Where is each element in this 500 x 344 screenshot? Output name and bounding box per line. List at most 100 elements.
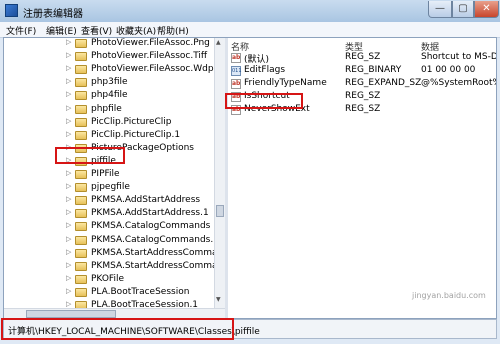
menu-file[interactable]: 文件(F) (6, 24, 36, 37)
tree-item[interactable]: ▷ phpfile (4, 103, 214, 117)
value-type: REG_SZ (345, 91, 381, 101)
menu-view[interactable]: 查看(V) (81, 24, 112, 37)
tree-item-label: PKMSA.StartAddressCommands. (91, 260, 214, 271)
minimize-button[interactable]: — (428, 1, 452, 18)
tree-item-label: piffile (91, 155, 116, 166)
folder-icon (75, 104, 87, 114)
scroll-down-icon[interactable]: ▼ (216, 296, 221, 303)
expand-arrow-icon[interactable]: ▷ (66, 117, 71, 125)
tree-item[interactable]: ▷ pjpegfile (4, 181, 214, 195)
tree-item[interactable]: ▷ PKMSA.AddStartAddress (4, 194, 214, 208)
tree-item[interactable]: ▷ PLA.BootTraceSession.1 (4, 299, 214, 308)
tree-item-label: PLA.BootTraceSession (91, 286, 190, 297)
expand-arrow-icon[interactable]: ▷ (66, 90, 71, 98)
folder-icon (75, 196, 87, 206)
expand-arrow-icon[interactable]: ▷ (66, 182, 71, 190)
tree-scroll-thumb[interactable] (216, 205, 224, 217)
tree-item-label: pjpegfile (91, 182, 130, 193)
folder-icon (75, 287, 87, 297)
value-data: @%SystemRoot%\S (421, 78, 496, 88)
tree-item-label: PKMSA.AddStartAddress.1 (91, 208, 209, 219)
value-data: 01 00 00 00 (421, 65, 476, 75)
tree-hscroll-thumb[interactable] (26, 310, 116, 318)
folder-icon (75, 91, 87, 101)
expand-arrow-icon[interactable]: ▷ (66, 51, 71, 59)
tree-item[interactable]: ▷ php3file (4, 76, 214, 90)
expand-arrow-icon[interactable]: ▷ (66, 287, 71, 295)
string-value-icon: ab (231, 105, 241, 115)
folder-icon (75, 78, 87, 88)
tree-item[interactable]: ▷ PKMSA.CatalogCommands.1 (4, 234, 214, 248)
expand-arrow-icon[interactable]: ▷ (66, 208, 71, 216)
window-title: 注册表编辑器 (23, 9, 83, 20)
value-data: Shortcut to MS-DOS (421, 52, 496, 62)
tree-item[interactable]: ▷ PLA.BootTraceSession (4, 286, 214, 300)
tree-item[interactable]: ▷ PicClip.PictureClip (4, 116, 214, 130)
value-row[interactable]: ab(默认) REG_SZ Shortcut to MS-DOS (228, 52, 496, 65)
expand-arrow-icon[interactable]: ▷ (66, 64, 71, 72)
tree-vertical-scrollbar[interactable]: ▲ ▼ (214, 38, 225, 308)
expand-arrow-icon[interactable]: ▷ (66, 300, 71, 308)
registry-editor-window: 注册表编辑器 — ▢ ✕ 文件(F) 编辑(E) 查看(V) 收藏夹(A) 帮助… (0, 0, 500, 344)
maximize-button[interactable]: ▢ (452, 1, 474, 18)
folder-icon (75, 222, 87, 232)
expand-arrow-icon[interactable]: ▷ (66, 38, 71, 46)
tree-item[interactable]: ▷ PIPFile (4, 168, 214, 182)
folder-icon (75, 209, 87, 219)
folder-icon (75, 183, 87, 193)
tree-item[interactable]: ▷ PKOFile (4, 273, 214, 287)
tree-item[interactable]: ▷ PicturePackageOptions (4, 142, 214, 156)
tree-item[interactable]: ▷ PKMSA.StartAddressCommands. (4, 260, 214, 274)
expand-arrow-icon[interactable]: ▷ (66, 104, 71, 112)
watermark: jingyan.baidu.com (412, 291, 486, 300)
tree-item-label: PKMSA.CatalogCommands (91, 221, 211, 232)
expand-arrow-icon[interactable]: ▷ (66, 156, 71, 164)
expand-arrow-icon[interactable]: ▷ (66, 274, 71, 282)
value-type: REG_SZ (345, 104, 381, 114)
title-bar[interactable]: 注册表编辑器 — ▢ ✕ (0, 0, 500, 22)
expand-arrow-icon[interactable]: ▷ (66, 235, 71, 243)
expand-arrow-icon[interactable]: ▷ (66, 195, 71, 203)
status-path: 计算机\HKEY_LOCAL_MACHINE\SOFTWARE\Classes\… (8, 327, 260, 337)
tree-horizontal-scrollbar[interactable] (4, 308, 225, 319)
tree-item[interactable]: ▷ PhotoViewer.FileAssoc.Png (4, 38, 214, 51)
folder-icon (75, 143, 87, 153)
expand-arrow-icon[interactable]: ▷ (66, 248, 71, 256)
tree-item-label: PicClip.PictureClip (91, 116, 172, 127)
folder-icon (75, 156, 87, 166)
value-row[interactable]: 011 EditFlags REG_BINARY 01 00 00 00 (228, 65, 496, 78)
expand-arrow-icon[interactable]: ▷ (66, 130, 71, 138)
registry-key-tree[interactable]: ▷ PhotoViewer.FileAssoc.Png ▷ PhotoViewer.F… (4, 38, 214, 308)
scroll-up-icon[interactable]: ▲ (216, 39, 221, 46)
close-button[interactable]: ✕ (474, 1, 499, 18)
tree-item[interactable]: ▷ PicClip.PictureClip.1 (4, 129, 214, 143)
menu-edit[interactable]: 编辑(E) (46, 24, 77, 37)
expand-arrow-icon[interactable]: ▷ (66, 261, 71, 269)
menu-help[interactable]: 帮助(H) (157, 24, 189, 37)
tree-item-label: PKMSA.AddStartAddress (91, 195, 201, 206)
expand-arrow-icon[interactable]: ▷ (66, 143, 71, 151)
tree-item[interactable]: ▷ PhotoViewer.FileAssoc.Tiff (4, 50, 214, 64)
menu-favorites[interactable]: 收藏夹(A) (116, 24, 156, 37)
tree-item-label: PhotoViewer.FileAssoc.Png (91, 38, 210, 48)
tree-item-label: PIPFile (91, 169, 120, 179)
tree-item[interactable]: ▷ PKMSA.AddStartAddress.1 (4, 207, 214, 221)
value-name: FriendlyTypeName (244, 78, 327, 88)
folder-icon (75, 170, 87, 179)
tree-item[interactable]: ▷ piffile (4, 155, 214, 169)
regedit-app-icon (5, 4, 18, 17)
expand-arrow-icon[interactable]: ▷ (66, 77, 71, 85)
tree-item[interactable]: ▷ PKMSA.StartAddressCommands (4, 247, 214, 261)
expand-arrow-icon[interactable]: ▷ (66, 221, 71, 229)
tree-item[interactable]: ▷ PhotoViewer.FileAssoc.Wdp (4, 63, 214, 77)
folder-icon (75, 52, 87, 62)
tree-item[interactable]: ▷ PKMSA.CatalogCommands (4, 220, 214, 234)
folder-icon (75, 117, 87, 127)
value-row[interactable]: ab IsShortcut REG_SZ (228, 91, 496, 104)
tree-item-label: PhotoViewer.FileAssoc.Tiff (91, 51, 208, 62)
tree-item[interactable]: ▷ php4file (4, 89, 214, 103)
expand-arrow-icon[interactable]: ▷ (66, 169, 71, 177)
value-row[interactable]: ab FriendlyTypeName REG_EXPAND_SZ @%SystemR… (228, 78, 496, 91)
value-row[interactable]: ab NeverShowExt REG_SZ (228, 104, 496, 117)
tree-item-label: PicClip.PictureClip.1 (91, 129, 181, 140)
